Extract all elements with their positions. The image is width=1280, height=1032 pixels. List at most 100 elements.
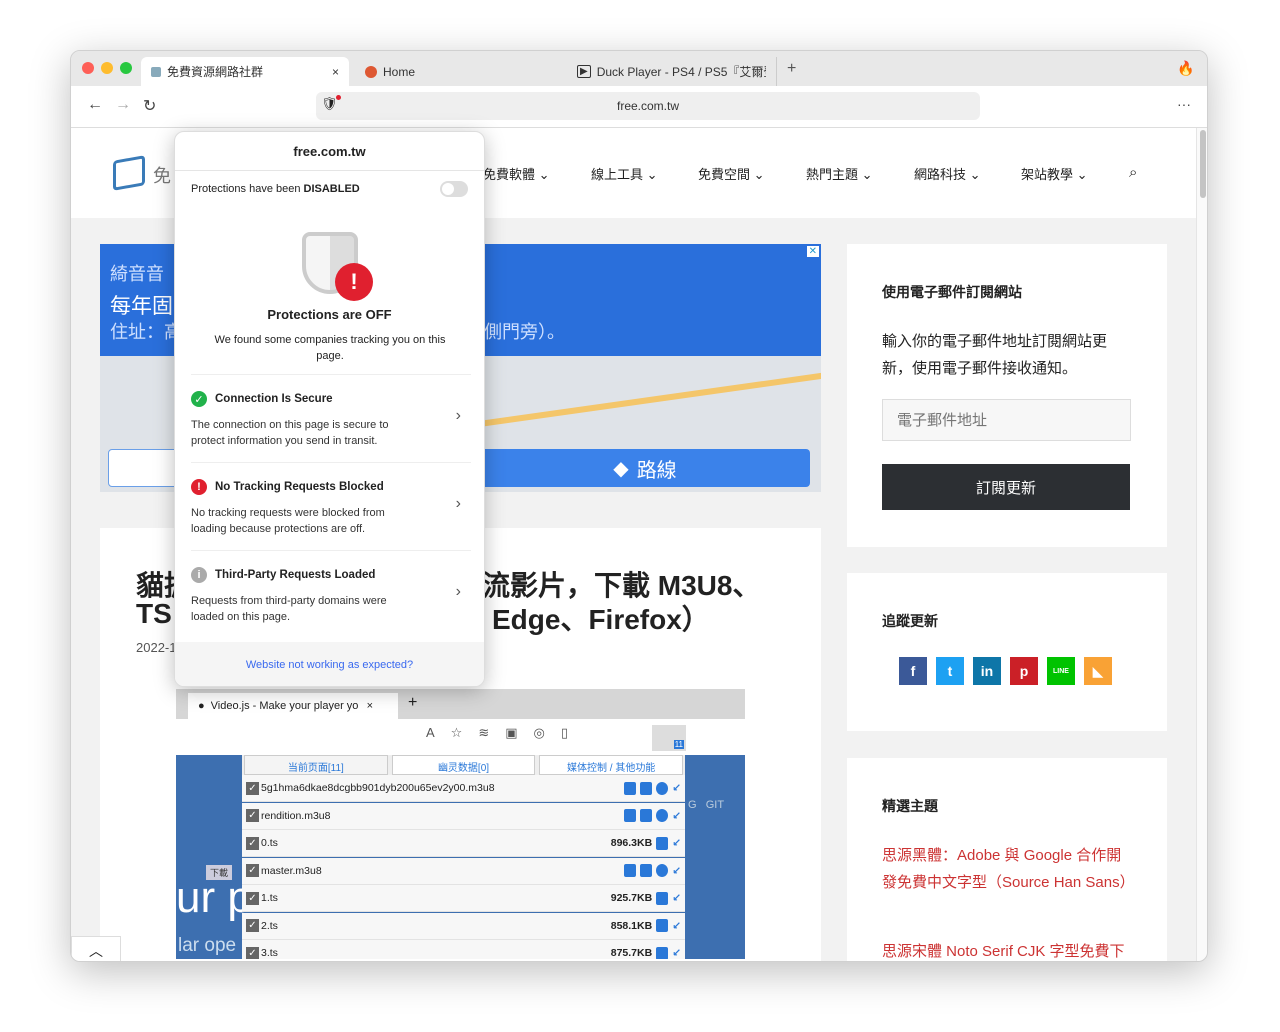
tab-home[interactable]: Home bbox=[355, 57, 425, 86]
embedded-tab: ● Video.js - Make your player yo × bbox=[188, 693, 398, 719]
zoom-window-button[interactable] bbox=[120, 62, 132, 74]
download-icon: ↙ bbox=[672, 892, 681, 904]
copy-icon bbox=[624, 781, 637, 795]
close-window-button[interactable] bbox=[82, 62, 94, 74]
cat-catch-tab: 幽灵数据[0] bbox=[391, 755, 536, 775]
back-button[interactable]: ← bbox=[87, 96, 103, 114]
browser-window: 免費資源網路社群 × Home ▶ Duck Player - PS4 / PS… bbox=[70, 50, 1208, 962]
widget-desc: 輸入你的電子郵件地址訂閱網站更新，使用電子郵件接收通知。 bbox=[882, 333, 1108, 377]
embedded-tab-bar: ● Video.js - Make your player yo × + bbox=[176, 689, 745, 719]
nav-item-tech[interactable]: 網路科技 ⌄ bbox=[914, 164, 981, 183]
cat-catch-tab: 媒体控制 / 其他功能 bbox=[539, 755, 684, 775]
third-party-section[interactable]: i Third-Party Requests Loaded Requests fr… bbox=[191, 550, 471, 642]
facebook-icon[interactable]: f bbox=[899, 657, 927, 685]
play-icon bbox=[656, 864, 669, 877]
connection-section[interactable]: ✓ Connection Is Secure The connection on … bbox=[191, 374, 471, 462]
new-tab-button[interactable]: + bbox=[787, 60, 796, 78]
nav-item-online-tools[interactable]: 線上工具 ⌄ bbox=[591, 164, 658, 183]
file-row: ✓ 5g1hma6dkae8dcgbb901dyb200u65ev2y00.m3u… bbox=[242, 775, 685, 802]
file-name: 3.ts bbox=[261, 947, 278, 959]
widget-title: 精選主題 bbox=[882, 798, 938, 814]
file-row: ✓ 2.ts 858.1KB ↙ bbox=[242, 912, 685, 940]
subscribe-widget: 使用電子郵件訂閱網站 輸入你的電子郵件地址訂閱網站更新，使用電子郵件接收通知。 … bbox=[847, 244, 1167, 547]
pinterest-icon[interactable]: p bbox=[1010, 657, 1038, 685]
tab-label: Duck Player - PS4 / PS5『艾爾登 bbox=[596, 65, 766, 79]
scrollbar[interactable] bbox=[1196, 128, 1207, 961]
nav-item-hot-topics[interactable]: 熱門主題 ⌄ bbox=[806, 164, 873, 183]
file-size: 858.1KB bbox=[610, 919, 653, 932]
report-broken-site-link[interactable]: Website not working as expected? bbox=[175, 642, 484, 686]
directions-icon: ◆ bbox=[613, 457, 629, 480]
scrollbar-thumb[interactable] bbox=[1200, 130, 1206, 198]
download-icon: ↙ bbox=[672, 809, 681, 822]
forward-button[interactable]: → bbox=[115, 96, 131, 114]
email-input[interactable] bbox=[882, 399, 1131, 441]
cat-catch-tab: 当前页面[11] bbox=[244, 755, 388, 775]
checkbox: ✓ bbox=[246, 809, 259, 822]
checkbox: ✓ bbox=[246, 919, 259, 932]
copy-icon bbox=[624, 809, 637, 822]
file-size: 875.7KB bbox=[610, 947, 653, 959]
twitter-icon[interactable]: t bbox=[936, 657, 964, 685]
featured-link[interactable]: 思源黑體：Adobe 與 Google 合作開發免費中文字型（Source Ha… bbox=[882, 842, 1135, 896]
rss-icon[interactable]: ◣ bbox=[1084, 657, 1112, 685]
site-logo-icon[interactable] bbox=[113, 155, 145, 191]
cat-catch-tabs: 当前页面[11] 幽灵数据[0] 媒体控制 / 其他功能 bbox=[242, 755, 685, 775]
ad-line: 側門旁）。 bbox=[484, 322, 565, 343]
tab-active[interactable]: 免費資源網路社群 × bbox=[141, 57, 349, 86]
featured-widget: 精選主題 思源黑體：Adobe 與 Google 合作開發免費中文字型（Sour… bbox=[847, 758, 1167, 961]
privacy-shield-button[interactable]: 🛡 bbox=[321, 95, 341, 112]
scroll-to-top-button[interactable]: ︿ bbox=[71, 936, 121, 961]
social-icons: f t in p LINE ◣ bbox=[899, 657, 1112, 685]
featured-link[interactable]: 思源宋體 Noto Serif CJK 字型免費下 bbox=[882, 938, 1142, 961]
article-date: 2022-1 bbox=[136, 640, 177, 655]
article-title[interactable]: Edge、Firefox） bbox=[492, 598, 710, 638]
article-title[interactable]: TS bbox=[136, 598, 172, 630]
ad-line: 綺音音 bbox=[110, 264, 164, 285]
file-name: 0.ts bbox=[261, 837, 278, 849]
protection-toggle[interactable] bbox=[440, 181, 468, 197]
nav-item-free-software[interactable]: 免費軟體 ⌄ bbox=[483, 164, 550, 183]
checkbox: ✓ bbox=[246, 891, 259, 905]
popover-domain: free.com.tw bbox=[293, 144, 366, 159]
toolbar: ← → ↻ free.com.tw 🛡 ··· bbox=[71, 86, 1207, 128]
site-logo-text[interactable]: 免 bbox=[153, 162, 171, 188]
subscribe-button[interactable]: 訂閱更新 bbox=[882, 464, 1130, 510]
search-icon[interactable]: ⌕ bbox=[1129, 164, 1137, 181]
address-bar[interactable]: free.com.tw bbox=[316, 92, 980, 120]
chevron-right-icon: › bbox=[455, 583, 461, 600]
preview-icon bbox=[640, 864, 653, 877]
directions-button[interactable]: ◆ 路線 bbox=[480, 449, 810, 487]
copy-icon bbox=[656, 891, 669, 905]
more-menu-button[interactable]: ··· bbox=[1177, 96, 1191, 112]
directions-label: 路線 bbox=[636, 459, 677, 482]
ad-close-icon[interactable]: ✕ bbox=[806, 246, 819, 257]
close-tab-icon[interactable]: × bbox=[332, 65, 339, 79]
play-icon bbox=[656, 809, 669, 822]
protection-status-desc: We found some companies tracking you on … bbox=[214, 334, 446, 362]
widget-title: 追蹤更新 bbox=[882, 613, 938, 629]
copy-icon bbox=[656, 919, 669, 932]
linkedin-icon[interactable]: in bbox=[973, 657, 1001, 685]
embedded-screenshot: ● Video.js - Make your player yo × + A☆≋▣… bbox=[176, 689, 745, 959]
fire-icon[interactable]: 🔥 bbox=[1177, 60, 1194, 77]
line-icon[interactable]: LINE bbox=[1047, 657, 1075, 685]
follow-widget: 追蹤更新 f t in p LINE ◣ bbox=[847, 573, 1167, 731]
ad-line: 住址：高 bbox=[110, 322, 182, 343]
minimize-window-button[interactable] bbox=[101, 62, 113, 74]
checkbox: ✓ bbox=[246, 864, 259, 877]
copy-icon bbox=[656, 946, 669, 959]
checkbox: ✓ bbox=[246, 946, 259, 959]
tab-duck-player[interactable]: ▶ Duck Player - PS4 / PS5『艾爾登 bbox=[567, 57, 777, 86]
ad-line: 每年固 bbox=[110, 294, 173, 318]
url-text: free.com.tw bbox=[616, 99, 679, 113]
tracking-section[interactable]: ! No Tracking Requests Blocked No trackin… bbox=[191, 462, 471, 550]
protection-toggle-label: Protections have been DISABLED bbox=[191, 183, 360, 195]
nav-item-free-space[interactable]: 免費空間 ⌄ bbox=[698, 164, 765, 183]
embedded-extension-icons: A☆≋▣◎▯ bbox=[426, 725, 584, 740]
reload-button[interactable]: ↻ bbox=[143, 96, 156, 116]
tab-bar: 免費資源網路社群 × Home ▶ Duck Player - PS4 / PS… bbox=[71, 51, 1207, 86]
nav-item-site-building[interactable]: 架站教學 ⌄ bbox=[1021, 164, 1088, 183]
file-row: ✓ 0.ts 896.3KB ↙ bbox=[242, 830, 685, 857]
tab-label: Home bbox=[383, 64, 416, 79]
